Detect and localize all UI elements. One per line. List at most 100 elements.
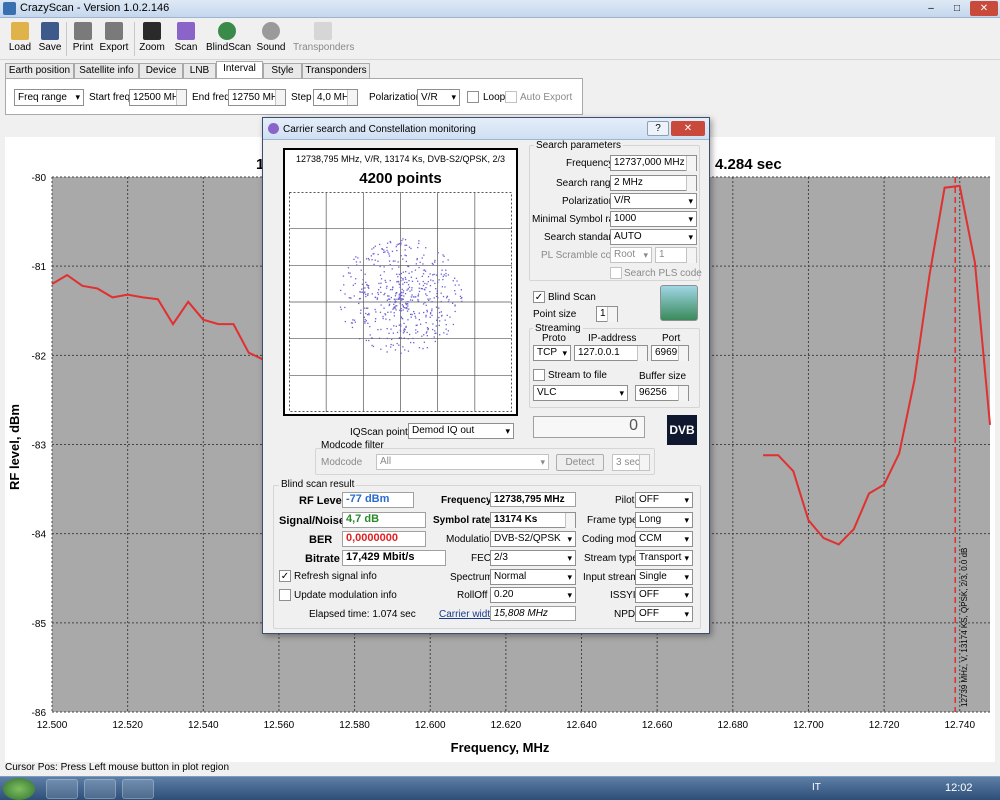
iqscan-select[interactable]: Demod IQ out [408, 423, 514, 439]
constellation-point [406, 331, 408, 334]
constellation-point [401, 288, 403, 290]
end-freq-input[interactable]: 12750 MHz [228, 89, 286, 106]
taskbar-app-crazyscan-icon[interactable] [122, 779, 154, 799]
pilot-select[interactable]: OFF [635, 492, 693, 508]
port-input[interactable]: 6969 [651, 345, 689, 361]
search-range-input[interactable]: 2 MHz [610, 175, 697, 191]
pl-scramble-mode-select[interactable]: Root [610, 247, 652, 263]
rolloff-select[interactable]: 0.20 [490, 587, 576, 603]
clock[interactable]: 12:02 [945, 782, 973, 794]
tab-style[interactable]: Style [263, 63, 302, 78]
constellation-point [432, 274, 434, 276]
scan-button[interactable]: Scan [171, 22, 201, 53]
min-symbol-rate-select[interactable]: 1000 [610, 211, 697, 227]
zoom-button[interactable]: Zoom [137, 22, 167, 53]
stream-to-file-checkbox[interactable] [533, 369, 545, 381]
issyi-select[interactable]: OFF [635, 587, 693, 603]
load-button[interactable]: Load [4, 22, 36, 53]
start-freq-input[interactable]: 12500 MHz [129, 89, 187, 106]
carrier-width-link[interactable]: Carrier width [439, 609, 496, 620]
tab-earth-position[interactable]: Earth position [5, 63, 74, 78]
auto-export-checkbox[interactable] [505, 91, 517, 103]
constellation-point [405, 260, 407, 263]
window-titlebar: CrazyScan - Version 1.0.2.146 – □ ✕ [0, 0, 1000, 18]
constellation-point [424, 270, 427, 272]
buffer-size-input[interactable]: 96256 [635, 385, 689, 401]
blind-scan-checkbox[interactable]: ✓ [533, 291, 545, 303]
constellation-point [425, 247, 427, 249]
start-button[interactable] [3, 778, 35, 800]
save-button[interactable]: Save [35, 22, 65, 53]
constellation-point [404, 249, 406, 251]
npd-select[interactable]: OFF [635, 606, 693, 622]
minimize-button[interactable]: – [920, 1, 942, 16]
constellation-point [355, 256, 357, 258]
constellation-point [394, 295, 397, 297]
proto-select[interactable]: TCP [533, 345, 571, 361]
taskbar-app-firefox-icon[interactable] [46, 779, 78, 799]
constellation-point [426, 335, 428, 337]
constellation-point [402, 290, 405, 292]
tab-interval[interactable]: Interval [216, 61, 263, 78]
constellation-point [454, 277, 456, 279]
search-standard-select[interactable]: AUTO [610, 229, 697, 245]
constellation-point [396, 292, 398, 294]
modulation-select[interactable]: DVB-S2/QPSK [490, 531, 576, 547]
input-stream-select[interactable]: Single [635, 569, 693, 585]
update-modulation-checkbox[interactable] [279, 589, 291, 601]
pl-scramble-code-input[interactable]: 1 [655, 247, 697, 263]
export-button[interactable]: Export [98, 22, 130, 53]
constellation-point [371, 337, 373, 339]
sound-button[interactable]: Sound [255, 22, 287, 53]
player-select[interactable]: VLC [533, 385, 628, 401]
constellation-point [374, 320, 376, 323]
constellation-point [383, 249, 385, 251]
spectrum-select[interactable]: Normal [490, 569, 576, 585]
search-pls-label: Search PLS code [624, 268, 702, 279]
symbol-rate-value[interactable]: 13174 Ks [490, 512, 576, 528]
blindscan-button[interactable]: BlindScan [206, 22, 251, 53]
constellation-point [383, 307, 385, 309]
point-size-label: Point size [533, 309, 577, 320]
interval-mode-select[interactable]: Freq range [14, 89, 84, 106]
tab-satellite-info[interactable]: Satellite info [74, 63, 139, 78]
stream-type-select[interactable]: Transport [635, 550, 693, 566]
dialog-close-button[interactable]: ✕ [671, 121, 705, 136]
constellation-point [427, 276, 430, 278]
dialog-help-button[interactable]: ? [647, 121, 669, 136]
print-button[interactable]: Print [68, 22, 98, 53]
step-input[interactable]: 4,0 MHz [313, 89, 358, 106]
constellation-plot[interactable] [289, 192, 512, 412]
coding-mode-select[interactable]: CCM [635, 531, 693, 547]
loop-checkbox[interactable] [467, 91, 479, 103]
polarization-select[interactable]: V/R [417, 89, 460, 106]
search-pls-checkbox[interactable] [610, 267, 622, 279]
search-polarization-select[interactable]: V/R [610, 193, 697, 209]
fec-select[interactable]: 2/3 [490, 550, 576, 566]
point-size-input[interactable]: 1 [596, 306, 618, 322]
constellation-point [400, 255, 402, 257]
tab-lnb[interactable]: LNB [183, 63, 216, 78]
maximize-button[interactable]: □ [946, 1, 968, 16]
constellation-point [394, 349, 397, 351]
tab-device[interactable]: Device [139, 63, 183, 78]
constellation-point [393, 298, 395, 300]
frequency-input[interactable]: 12737,000 MHz [610, 155, 697, 171]
taskbar-app-window-icon[interactable] [84, 779, 116, 799]
language-indicator[interactable]: IT [812, 782, 821, 793]
constellation-point [443, 274, 445, 276]
close-button[interactable]: ✕ [970, 1, 998, 16]
refresh-signal-checkbox[interactable]: ✓ [279, 570, 291, 582]
modcode-select[interactable]: All [376, 454, 549, 470]
constellation-point [348, 297, 350, 299]
detect-time-input[interactable]: 3 sec [612, 454, 650, 471]
frame-type-select[interactable]: Long [635, 512, 693, 528]
pilot-label: Pilot [615, 495, 635, 506]
satellite-dish-icon[interactable] [660, 285, 698, 321]
ip-address-input[interactable]: 127.0.0.1 [574, 345, 648, 361]
detect-button[interactable]: Detect [556, 454, 604, 471]
blindscan-icon [218, 22, 236, 40]
transponders-button[interactable]: Transponders [293, 22, 354, 53]
tab-transponders[interactable]: Transponders [302, 63, 370, 78]
floppy-disk-icon [41, 22, 59, 40]
